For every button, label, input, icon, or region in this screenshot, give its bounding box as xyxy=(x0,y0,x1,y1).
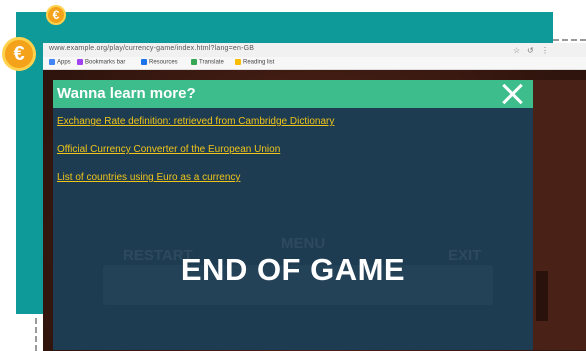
browser-window: www.example.org/play/currency-game/index… xyxy=(43,43,586,351)
bookmark-item[interactable]: Translate xyxy=(191,59,224,66)
modal-header: Wanna learn more? xyxy=(53,80,533,108)
bookmark-item[interactable]: Reading list xyxy=(235,59,274,66)
euro-coin-icon-small: € xyxy=(46,5,66,25)
modal-title: Wanna learn more? xyxy=(57,85,196,102)
bookmark-item[interactable]: Bookmarks bar xyxy=(77,59,125,66)
euro-coin-icon-large: € xyxy=(2,37,36,71)
bookmark-favicon-icon xyxy=(77,59,83,65)
menu-dots-icon[interactable]: ⋮ xyxy=(541,46,549,55)
bookmark-favicon-icon xyxy=(191,59,197,65)
dashed-connector-bottom xyxy=(35,318,37,351)
url-text[interactable]: www.example.org/play/currency-game/index… xyxy=(49,45,254,52)
bookmark-item[interactable]: Resources xyxy=(141,59,178,66)
close-icon[interactable] xyxy=(499,81,525,107)
background-menu-button: MENU xyxy=(281,235,326,252)
link-countries-using-euro[interactable]: List of countries using Euro as a curren… xyxy=(57,172,334,183)
game-side-block xyxy=(536,271,548,321)
browser-address-bar[interactable]: www.example.org/play/currency-game/index… xyxy=(43,43,586,58)
bookmark-favicon-icon xyxy=(235,59,241,65)
bookmark-star-icon[interactable]: ☆ xyxy=(513,46,520,55)
bookmark-item[interactable]: Apps xyxy=(49,59,71,66)
bookmark-favicon-icon xyxy=(141,59,147,65)
learn-more-modal: Wanna learn more? Exchange Rate definiti… xyxy=(53,80,533,350)
bookmark-favicon-icon xyxy=(49,59,55,65)
end-of-game-text: END OF GAME xyxy=(180,252,406,287)
dashed-connector-top xyxy=(553,39,586,41)
bookmarks-bar: Apps Bookmarks bar Resources Translate R… xyxy=(43,57,586,70)
reload-icon[interactable]: ↺ xyxy=(527,46,534,55)
link-exchange-rate-definition[interactable]: Exchange Rate definition: retrieved from… xyxy=(57,116,334,127)
resource-links: Exchange Rate definition: retrieved from… xyxy=(57,116,334,200)
link-currency-converter[interactable]: Official Currency Converter of the Europ… xyxy=(57,144,334,155)
